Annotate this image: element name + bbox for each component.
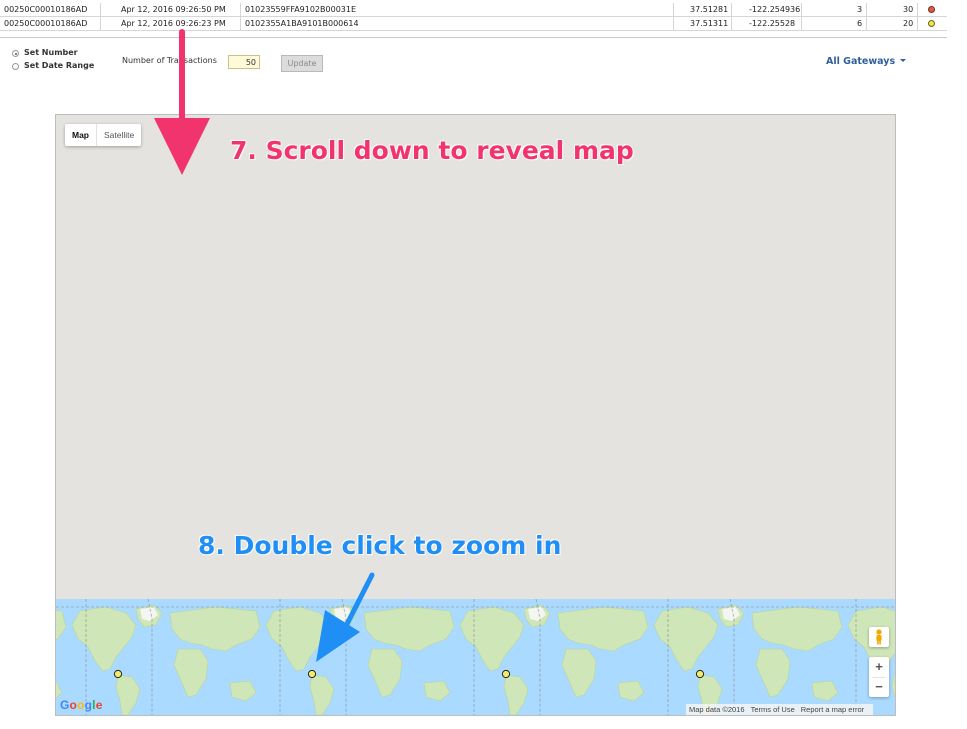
zoom-control: + − (869, 657, 889, 697)
location-marker (113, 669, 123, 679)
step-8-callout: 8. Double click to zoom in (197, 531, 562, 561)
update-button[interactable]: Update (281, 55, 323, 72)
count-cell: 3 (857, 5, 863, 14)
status-dot-icon (928, 20, 935, 27)
terms-link[interactable]: Terms of Use (751, 705, 795, 714)
street-view-pegman-icon[interactable] (869, 627, 889, 647)
chevron-down-icon (900, 59, 907, 62)
report-map-error-link[interactable]: Report a map error (801, 705, 864, 714)
world-tile (459, 604, 649, 715)
payload-cell: 01023559FFA9102B00031E (245, 5, 357, 14)
payload-cell: 0102355A1BA9101B000614 (245, 19, 359, 28)
latitude-cell: 37.51311 (690, 19, 729, 28)
num-transactions-input[interactable] (228, 55, 260, 69)
map-attribution: Map data ©2016 Terms of Use Report a map e… (686, 704, 874, 715)
value-cell: 20 (903, 19, 914, 28)
divider (0, 37, 947, 38)
longitude-cell: -122.25528 (749, 19, 796, 28)
value-cell: 30 (903, 5, 914, 14)
world-tile (653, 604, 843, 715)
timestamp-cell: Apr 12, 2016 09:26:23 PM (121, 19, 226, 28)
table-row[interactable]: 00250C00010186AD Apr 12, 2016 09:26:50 P… (0, 3, 947, 17)
map-container[interactable]: Map Satellite + − Google Map data ©2016 … (55, 114, 896, 716)
location-marker (501, 669, 511, 679)
location-marker (695, 669, 705, 679)
set-number-label[interactable]: Set Number (24, 48, 78, 57)
longitude-cell: -122.254936 (749, 5, 801, 14)
table-row[interactable]: 00250C00010186AD Apr 12, 2016 09:26:23 P… (0, 17, 947, 31)
world-map-tiles[interactable] (56, 599, 895, 715)
set-date-range-label[interactable]: Set Date Range (24, 61, 94, 70)
map-type-map-button[interactable]: Map (65, 124, 96, 146)
world-map-graphic (56, 599, 895, 715)
zoom-out-button[interactable]: − (869, 677, 889, 697)
gateways-dropdown[interactable]: All Gateways (826, 56, 907, 67)
map-type-satellite-button[interactable]: Satellite (96, 124, 141, 146)
device-id-cell: 00250C00010186AD (4, 19, 88, 28)
step-7-callout: 7. Scroll down to reveal map (230, 136, 635, 166)
count-cell: 6 (857, 19, 863, 28)
set-number-radio[interactable] (12, 50, 19, 57)
status-dot-icon (928, 6, 935, 13)
world-tile (265, 604, 455, 715)
map-type-control: Map Satellite (65, 124, 142, 146)
set-date-range-radio[interactable] (12, 63, 19, 70)
timestamp-cell: Apr 12, 2016 09:26:50 PM (121, 5, 226, 14)
map-data-text: Map data ©2016 (689, 705, 745, 714)
google-logo: Google (60, 698, 103, 712)
num-transactions-label: Number of Transactions (122, 56, 217, 65)
zoom-in-button[interactable]: + (869, 657, 889, 677)
gateways-label: All Gateways (826, 56, 896, 67)
location-marker (307, 669, 317, 679)
device-id-cell: 00250C00010186AD (4, 5, 88, 14)
latitude-cell: 37.51281 (690, 5, 729, 14)
world-tiles (56, 604, 895, 715)
